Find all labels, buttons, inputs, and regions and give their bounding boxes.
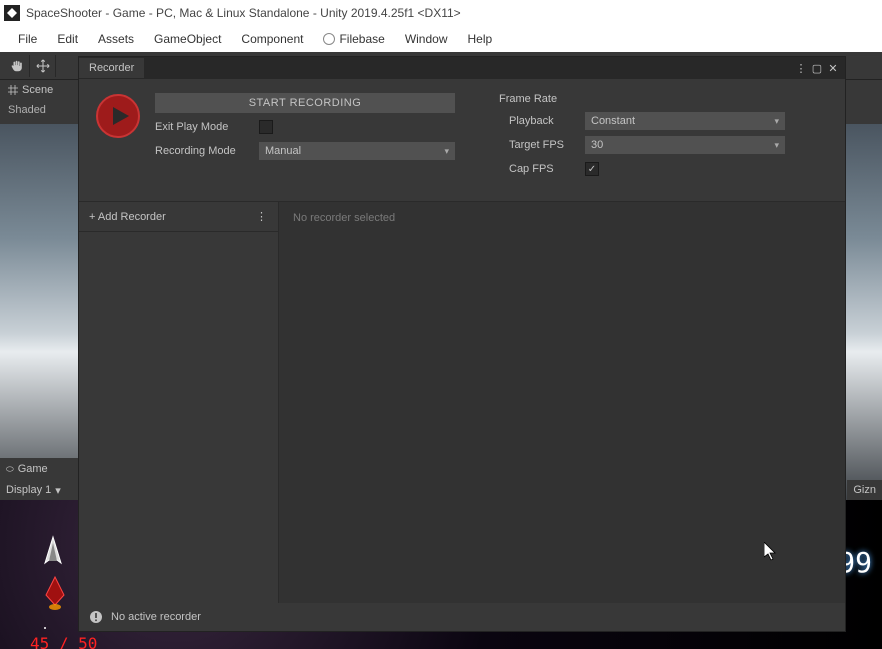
unity-logo-icon bbox=[4, 5, 20, 21]
enemy-sprite bbox=[40, 575, 70, 611]
recorder-tab[interactable]: Recorder bbox=[79, 58, 144, 78]
game-tab[interactable]: ⬭ Game bbox=[0, 458, 78, 480]
scene-tab[interactable]: Scene bbox=[0, 80, 78, 100]
chevron-down-icon: ▾ bbox=[55, 484, 61, 497]
workspace: Scene Shaded ⬭ Game Display 1 ▾ Gizn 99 … bbox=[0, 52, 882, 649]
exit-play-mode-checkbox[interactable] bbox=[259, 120, 273, 134]
panel-maximize-icon[interactable]: ▢ bbox=[811, 62, 823, 74]
recorder-list-panel: + Add Recorder ⋮ bbox=[79, 202, 279, 603]
recorder-top-controls: START RECORDING Exit Play Mode Recording… bbox=[79, 79, 845, 189]
cap-fps-checkbox[interactable] bbox=[585, 162, 599, 176]
menu-file[interactable]: File bbox=[8, 28, 47, 50]
recorder-body: + Add Recorder ⋮ No recorder selected bbox=[79, 201, 845, 603]
target-fps-label: Target FPS bbox=[499, 139, 577, 151]
cap-fps-label: Cap FPS bbox=[499, 163, 577, 175]
scene-panel-header: Scene Shaded bbox=[0, 80, 78, 120]
recorder-detail-panel: No recorder selected bbox=[279, 202, 845, 603]
target-fps-dropdown[interactable]: 30 bbox=[585, 136, 785, 154]
start-recording-button[interactable]: START RECORDING bbox=[155, 93, 455, 113]
menu-help[interactable]: Help bbox=[458, 28, 503, 50]
recorder-status-bar: No active recorder bbox=[79, 603, 845, 631]
hp-text: 45 / 50 bbox=[30, 634, 97, 649]
panel-close-icon[interactable]: ✕ bbox=[827, 62, 839, 74]
exit-play-mode-label: Exit Play Mode bbox=[155, 121, 251, 133]
record-play-icon[interactable] bbox=[95, 93, 141, 139]
frame-rate-section-label: Frame Rate bbox=[499, 93, 829, 105]
recorder-list-menu-icon[interactable]: ⋮ bbox=[256, 210, 268, 223]
main-menubar: File Edit Assets GameObject Component Fi… bbox=[0, 26, 882, 52]
panel-menu-icon[interactable]: ⋮ bbox=[795, 62, 807, 74]
gizmos-toggle[interactable]: Gizn bbox=[847, 480, 882, 500]
scene-grid-icon bbox=[8, 85, 18, 95]
recorder-window: Recorder ⋮ ▢ ✕ START RECORDING Exit Play… bbox=[78, 56, 846, 632]
recorder-tabbar: Recorder ⋮ ▢ ✕ bbox=[79, 57, 845, 79]
recording-mode-dropdown[interactable]: Manual bbox=[259, 142, 455, 160]
window-title: SpaceShooter - Game - PC, Mac & Linux St… bbox=[26, 6, 461, 20]
player-ship-sprite bbox=[35, 535, 71, 575]
recording-mode-label: Recording Mode bbox=[155, 145, 251, 157]
menu-gameobject[interactable]: GameObject bbox=[144, 28, 231, 50]
scene-viewport-sliver bbox=[0, 124, 78, 504]
recorder-status-text: No active recorder bbox=[111, 611, 201, 623]
menu-window[interactable]: Window bbox=[395, 28, 458, 50]
menu-filebase[interactable]: Filebase bbox=[313, 28, 394, 50]
playback-dropdown[interactable]: Constant bbox=[585, 112, 785, 130]
menu-edit[interactable]: Edit bbox=[47, 28, 88, 50]
recorder-empty-text: No recorder selected bbox=[293, 212, 395, 224]
window-titlebar: SpaceShooter - Game - PC, Mac & Linux St… bbox=[0, 0, 882, 26]
add-recorder-button[interactable]: + Add Recorder bbox=[89, 211, 166, 223]
playback-label: Playback bbox=[499, 115, 577, 127]
warning-icon bbox=[89, 610, 103, 624]
menu-component[interactable]: Component bbox=[231, 28, 313, 50]
menu-assets[interactable]: Assets bbox=[88, 28, 144, 50]
scene-shading-dropdown[interactable]: Shaded bbox=[0, 100, 78, 120]
display-dropdown[interactable]: Display 1 ▾ bbox=[0, 480, 78, 500]
scene-viewport-sliver-right bbox=[846, 124, 882, 504]
vr-icon: ⬭ bbox=[6, 464, 14, 475]
move-tool-icon[interactable] bbox=[30, 55, 56, 77]
filebase-icon bbox=[323, 33, 335, 45]
hand-tool-icon[interactable] bbox=[4, 55, 30, 77]
